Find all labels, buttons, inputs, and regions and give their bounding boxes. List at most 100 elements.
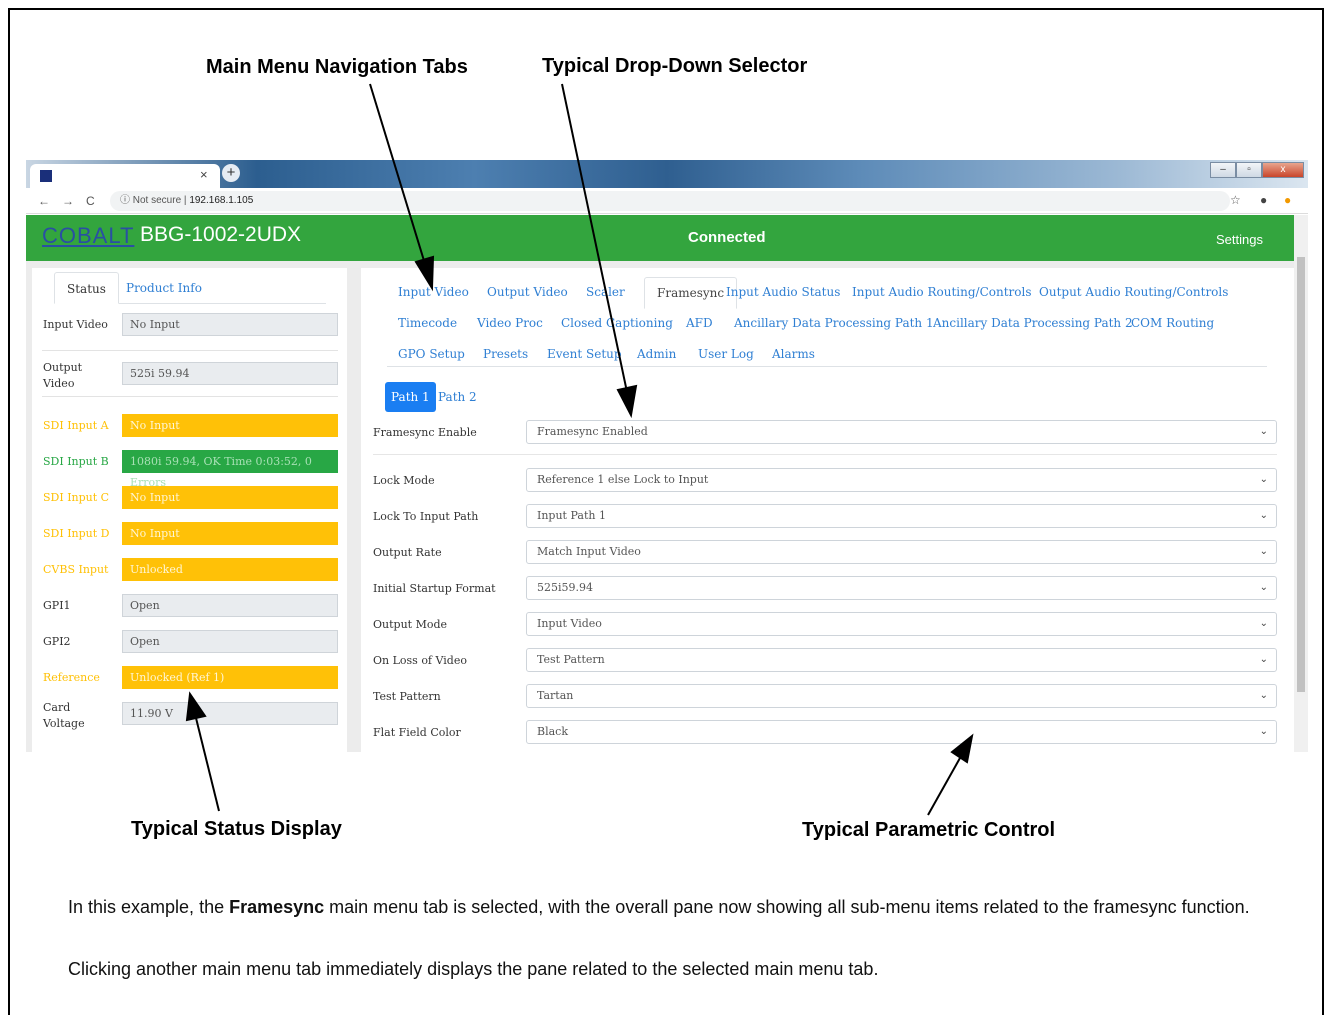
- control-select[interactable]: Framesync Enabled ⌄: [526, 420, 1277, 444]
- address-bar: ← → C ⓘ Not secure | 192.168.1.105 ☆ ● ●: [26, 188, 1308, 214]
- update-icon[interactable]: ●: [1284, 193, 1291, 207]
- description-paragraph-2: Clicking another main menu tab immediate…: [68, 959, 879, 979]
- browser-tab[interactable]: ×: [30, 164, 220, 188]
- control-select[interactable]: Black ⌄: [526, 720, 1277, 744]
- tab-path-2[interactable]: Path 2: [432, 382, 483, 412]
- forward-arrow-icon[interactable]: →: [62, 194, 74, 208]
- chevron-down-icon: ⌄: [1259, 618, 1268, 629]
- tab-afd[interactable]: AFD: [686, 316, 713, 330]
- control-select[interactable]: Test Pattern ⌄: [526, 648, 1277, 672]
- tab-input-video[interactable]: Input Video: [398, 285, 469, 299]
- status-divider: [42, 396, 338, 397]
- scrollbar-thumb[interactable]: [1297, 257, 1305, 692]
- status-value: Open: [122, 630, 338, 653]
- control-select[interactable]: Reference 1 else Lock to Input ⌄: [526, 468, 1277, 492]
- callout-status-display: Typical Status Display: [131, 818, 342, 840]
- cobalt-logo[interactable]: COBALT: [42, 223, 134, 249]
- control-label: Initial Startup Format: [373, 582, 496, 595]
- back-arrow-icon[interactable]: ←: [38, 194, 50, 208]
- status-value: Unlocked (Ref 1): [122, 666, 338, 689]
- status-label: Input Video: [43, 318, 108, 331]
- new-tab-button[interactable]: +: [222, 164, 240, 182]
- tab-path-1[interactable]: Path 1: [385, 382, 436, 412]
- description-paragraph-1: In this example, the Framesync main menu…: [68, 897, 1250, 917]
- select-value: Test Pattern: [537, 653, 605, 666]
- tab-ancillary-data-processing-path-1[interactable]: Ancillary Data Processing Path 1: [734, 316, 934, 330]
- status-label: Card Voltage: [43, 701, 85, 730]
- tab-user-log[interactable]: User Log: [698, 347, 754, 361]
- status-label: CVBS Input: [43, 563, 109, 576]
- tab-presets[interactable]: Presets: [483, 347, 528, 361]
- browser-window: × + – ▫ x ← → C ⓘ Not secure | 192.168.1…: [26, 160, 1308, 752]
- tab-admin[interactable]: Admin: [637, 347, 676, 361]
- chevron-down-icon: ⌄: [1259, 426, 1268, 437]
- status-value: 1080i 59.94, OK Time 0:03:52, 0 Errors: [122, 450, 338, 489]
- settings-link[interactable]: Settings: [1216, 232, 1263, 247]
- framesync-pane: Input Video Output Video Scaler Framesync In…: [361, 268, 1294, 752]
- control-label: Lock To Input Path: [373, 510, 479, 523]
- tab-timecode[interactable]: Timecode: [398, 316, 457, 330]
- tab-product-info[interactable]: Product Info: [114, 272, 214, 304]
- status-value: No Input: [122, 522, 338, 545]
- tab-ancillary-data-processing-path-2[interactable]: Ancillary Data Processing Path 2: [933, 316, 1133, 330]
- control-select[interactable]: Match Input Video ⌄: [526, 540, 1277, 564]
- chevron-down-icon: ⌄: [1259, 474, 1268, 485]
- callout-dropdown-selector: Typical Drop-Down Selector: [542, 55, 808, 77]
- control-select[interactable]: Input Video ⌄: [526, 612, 1277, 636]
- status-label: Output Video: [43, 361, 83, 390]
- security-indicator[interactable]: ⓘ Not secure: [120, 195, 181, 206]
- status-label: GPI2: [43, 635, 71, 648]
- chevron-down-icon: ⌄: [1259, 510, 1268, 521]
- account-icon[interactable]: ●: [1260, 193, 1267, 207]
- tab-input-audio-status[interactable]: Input Audio Status: [726, 285, 840, 299]
- connection-status: Connected: [688, 229, 766, 246]
- status-value: 11.90 V: [122, 702, 338, 725]
- select-value: Framesync Enabled: [537, 425, 648, 438]
- control-select[interactable]: Input Path 1 ⌄: [526, 504, 1277, 528]
- status-value: 525i 59.94: [122, 362, 338, 385]
- control-label: Flat Field Color: [373, 726, 461, 739]
- tab-output-audio-routing-controls[interactable]: Output Audio Routing/Controls: [1039, 285, 1228, 299]
- tab-com-routing[interactable]: COM Routing: [1131, 316, 1214, 330]
- bookmark-star-icon[interactable]: ☆: [1230, 193, 1241, 207]
- url-text: 192.168.1.105: [189, 195, 254, 206]
- control-label: Lock Mode: [373, 474, 435, 487]
- select-value: Black: [537, 725, 568, 738]
- status-label: SDI Input B: [43, 455, 109, 468]
- minimize-button[interactable]: –: [1210, 162, 1236, 178]
- close-window-button[interactable]: x: [1262, 162, 1304, 178]
- control-select[interactable]: Tartan ⌄: [526, 684, 1277, 708]
- tab-status[interactable]: Status: [54, 272, 119, 304]
- maximize-button[interactable]: ▫: [1236, 162, 1262, 178]
- url-field[interactable]: ⓘ Not secure | 192.168.1.105: [110, 191, 1230, 211]
- tab-gpo-setup[interactable]: GPO Setup: [398, 347, 465, 361]
- close-tab-icon[interactable]: ×: [200, 167, 208, 182]
- favicon-icon: [40, 170, 52, 182]
- reload-icon[interactable]: C: [86, 194, 95, 208]
- status-panel-tabs: Status Product Info: [54, 272, 326, 304]
- chevron-down-icon: ⌄: [1259, 546, 1268, 557]
- status-value: No Input: [122, 414, 338, 437]
- app-header: COBALT BBG-1002-2UDX Connected Settings: [26, 215, 1294, 261]
- control-select[interactable]: 525i59.94 ⌄: [526, 576, 1277, 600]
- control-label: Test Pattern: [373, 690, 441, 703]
- select-value: Input Video: [537, 617, 602, 630]
- main-tabs-divider: [387, 366, 1267, 367]
- tab-scaler[interactable]: Scaler: [586, 285, 625, 299]
- status-panel: Status Product Info Input Video No Input O…: [32, 268, 347, 752]
- tab-output-video[interactable]: Output Video: [487, 285, 568, 299]
- status-label: SDI Input C: [43, 491, 110, 504]
- tab-framesync[interactable]: Framesync: [644, 277, 738, 309]
- tab-alarms[interactable]: Alarms: [772, 347, 815, 361]
- tab-closed-captioning[interactable]: Closed Captioning: [561, 316, 673, 330]
- select-value: Tartan: [537, 689, 574, 702]
- controls-divider: [373, 454, 1277, 455]
- device-name: BBG-1002-2UDX: [140, 223, 302, 246]
- tab-video-proc[interactable]: Video Proc: [477, 316, 543, 330]
- tab-event-setup[interactable]: Event Setup: [547, 347, 622, 361]
- status-value: No Input: [122, 313, 338, 336]
- tab-input-audio-routing-controls[interactable]: Input Audio Routing/Controls: [852, 285, 1031, 299]
- status-label: SDI Input D: [43, 527, 110, 540]
- url-separator: |: [183, 195, 187, 206]
- page-scrollbar[interactable]: [1294, 215, 1308, 752]
